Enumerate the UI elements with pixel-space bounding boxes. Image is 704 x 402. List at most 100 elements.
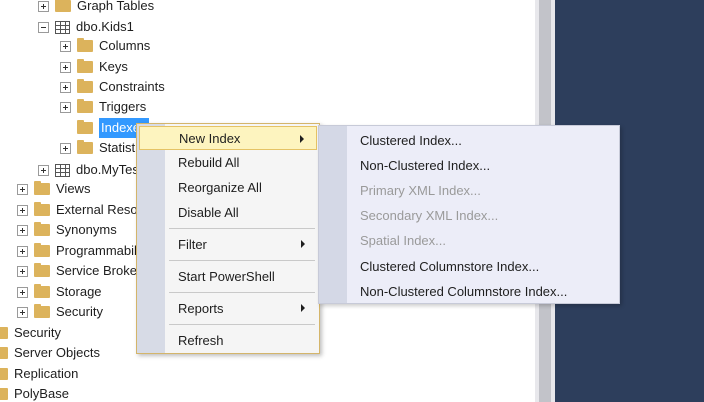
tree-node-replication[interactable]: Replication bbox=[0, 364, 78, 384]
menu-icon-gutter bbox=[319, 126, 347, 303]
menu-separator bbox=[169, 260, 315, 261]
tree-node-label: Constraints bbox=[99, 79, 165, 94]
tree-node-programmability[interactable]: Programmability bbox=[17, 241, 150, 261]
folder-icon bbox=[77, 38, 93, 52]
table-icon bbox=[55, 20, 70, 34]
tree-node-dbo-kids1[interactable]: dbo.Kids1 bbox=[38, 17, 134, 37]
expand-icon[interactable] bbox=[17, 265, 28, 277]
folder-icon bbox=[0, 388, 8, 400]
menu-item-reorganize-all[interactable]: Reorganize All bbox=[139, 175, 317, 199]
tree-node-dbo-mytest[interactable]: dbo.MyTest bbox=[38, 160, 142, 180]
tree-node-constraints[interactable]: Constraints bbox=[60, 77, 165, 97]
submenu-arrow-icon bbox=[301, 304, 305, 312]
folder-icon bbox=[34, 263, 50, 277]
folder-icon bbox=[34, 202, 50, 216]
expand-icon[interactable] bbox=[17, 286, 28, 298]
tree-node-triggers[interactable]: Triggers bbox=[60, 97, 146, 117]
menu-separator bbox=[169, 324, 315, 325]
tree-node-label: Security bbox=[56, 304, 103, 319]
tree-node-label: Replication bbox=[14, 366, 79, 381]
context-menu: New Index Rebuild All Reorganize All Dis… bbox=[136, 123, 320, 354]
submenu-item-clustered-columnstore-index[interactable]: Clustered Columnstore Index... bbox=[360, 257, 539, 277]
submenu-item-clustered-index[interactable]: Clustered Index... bbox=[360, 131, 462, 151]
folder-icon bbox=[34, 243, 50, 257]
expand-icon[interactable] bbox=[60, 101, 71, 113]
expand-icon[interactable] bbox=[17, 183, 28, 195]
submenu-item-secondary-xml-index: Secondary XML Index... bbox=[360, 208, 499, 223]
tree-node-label: Columns bbox=[99, 38, 151, 53]
tree-node-keys[interactable]: Keys bbox=[60, 57, 128, 77]
tree-node-security-db[interactable]: Security bbox=[17, 302, 103, 322]
tree-node-label: Security bbox=[14, 325, 61, 340]
expand-icon[interactable] bbox=[17, 204, 28, 216]
expand-icon[interactable] bbox=[17, 245, 28, 257]
tree-node-synonyms[interactable]: Synonyms bbox=[17, 220, 117, 240]
submenu-arrow-icon bbox=[300, 135, 304, 143]
folder-icon bbox=[34, 222, 50, 236]
folder-icon bbox=[0, 368, 8, 380]
menu-item-filter[interactable]: Filter bbox=[139, 232, 317, 256]
tree-node-graph-tables[interactable]: Graph Tables bbox=[38, 0, 154, 16]
menu-item-new-index[interactable]: New Index bbox=[139, 126, 317, 150]
folder-icon bbox=[0, 327, 8, 339]
submenu-arrow-icon bbox=[301, 240, 305, 248]
menu-separator bbox=[169, 228, 315, 229]
tree-node-label: PolyBase bbox=[14, 386, 69, 401]
folder-icon bbox=[77, 79, 93, 93]
folder-icon bbox=[34, 181, 50, 195]
menu-item-label: Start PowerShell bbox=[178, 268, 275, 284]
expand-icon[interactable] bbox=[60, 142, 71, 154]
menu-item-label: Disable All bbox=[178, 204, 239, 220]
tree-node-columns[interactable]: Columns bbox=[60, 36, 150, 56]
tree-node-security-server[interactable]: Security bbox=[0, 323, 61, 343]
menu-separator bbox=[169, 292, 315, 293]
folder-icon bbox=[77, 99, 93, 113]
tree-node-server-objects[interactable]: Server Objects bbox=[0, 343, 100, 363]
menu-item-start-powershell[interactable]: Start PowerShell bbox=[139, 264, 317, 288]
menu-item-refresh[interactable]: Refresh bbox=[139, 328, 317, 352]
menu-item-reports[interactable]: Reports bbox=[139, 296, 317, 320]
submenu-item-non-clustered-index[interactable]: Non-Clustered Index... bbox=[360, 156, 490, 176]
tree-node-views[interactable]: Views bbox=[17, 179, 90, 199]
expand-icon[interactable] bbox=[60, 61, 71, 73]
tree-node-label: Server Objects bbox=[14, 345, 100, 360]
submenu-item-primary-xml-index: Primary XML Index... bbox=[360, 183, 481, 198]
folder-icon bbox=[34, 304, 50, 318]
tree-node-label: dbo.MyTest bbox=[76, 162, 143, 177]
expand-icon[interactable] bbox=[38, 164, 49, 176]
tree-node-service-broker[interactable]: Service Broker bbox=[17, 261, 141, 281]
expand-icon[interactable] bbox=[17, 224, 28, 236]
tree-node-label: Service Broker bbox=[56, 263, 142, 278]
menu-item-label: Refresh bbox=[178, 332, 224, 348]
menu-item-label: Reorganize All bbox=[178, 179, 262, 195]
folder-icon bbox=[77, 59, 93, 73]
submenu-item-spatial-index: Spatial Index... bbox=[360, 233, 446, 248]
menu-item-label: Reports bbox=[178, 300, 224, 316]
table-icon bbox=[55, 163, 70, 177]
menu-item-rebuild-all[interactable]: Rebuild All bbox=[139, 150, 317, 174]
menu-item-label: New Index bbox=[179, 130, 241, 146]
submenu-item-non-clustered-columnstore-index[interactable]: Non-Clustered Columnstore Index... bbox=[360, 282, 567, 302]
tree-node-storage[interactable]: Storage bbox=[17, 282, 102, 302]
expand-icon[interactable] bbox=[17, 306, 28, 318]
expand-icon[interactable] bbox=[38, 0, 49, 12]
folder-icon bbox=[34, 284, 50, 298]
folder-icon bbox=[55, 0, 71, 12]
tree-node-polybase[interactable]: PolyBase bbox=[0, 384, 69, 402]
expand-icon[interactable] bbox=[60, 81, 71, 93]
tree-node-label: Synonyms bbox=[56, 222, 117, 237]
new-index-submenu: Clustered Index... Non-Clustered Index..… bbox=[318, 125, 620, 304]
tree-node-label: Storage bbox=[56, 284, 102, 299]
tree-node-label: Triggers bbox=[99, 99, 147, 114]
tree-node-label: Keys bbox=[99, 59, 128, 74]
tree-node-label: Views bbox=[56, 181, 91, 196]
expand-icon[interactable] bbox=[60, 40, 71, 52]
tree-node-label: dbo.Kids1 bbox=[76, 19, 134, 34]
collapse-icon[interactable] bbox=[38, 21, 49, 33]
folder-icon bbox=[77, 120, 93, 134]
menu-item-label: Filter bbox=[178, 236, 207, 252]
folder-icon bbox=[0, 347, 8, 359]
menu-item-disable-all[interactable]: Disable All bbox=[139, 200, 317, 224]
menu-item-label: Rebuild All bbox=[178, 154, 240, 170]
tree-node-label: Graph Tables bbox=[77, 0, 155, 13]
